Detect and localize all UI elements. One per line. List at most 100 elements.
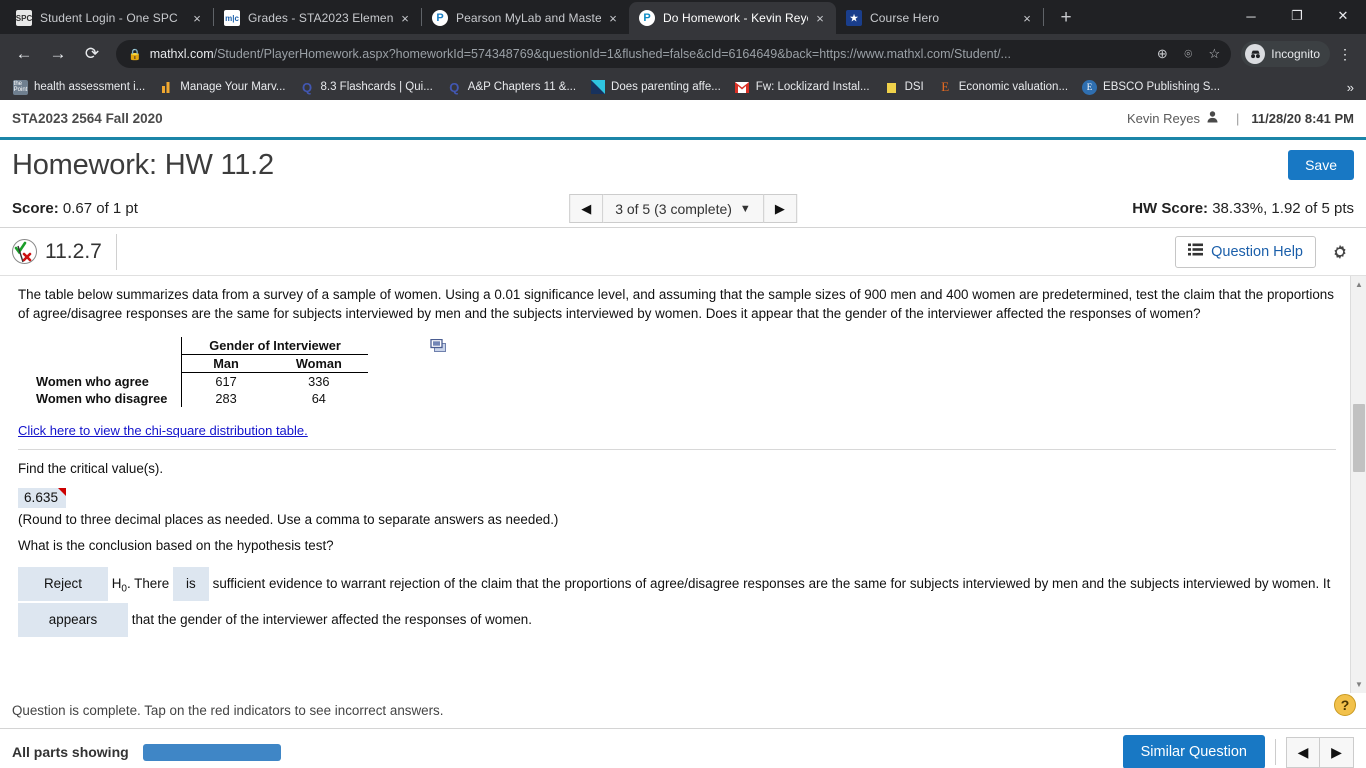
bookmark-label: health assessment i...	[34, 81, 146, 93]
score-display: Score: 0.67 of 1 pt	[12, 200, 138, 217]
tab-close-icon[interactable]: ×	[810, 8, 830, 28]
chevron-down-icon[interactable]: ▼	[740, 203, 751, 215]
incognito-label: Incognito	[1271, 47, 1320, 61]
question-help-label: Question Help	[1211, 243, 1303, 260]
browser-chrome: SPC Student Login - One SPC × m|c Grades…	[0, 0, 1366, 100]
bookmark-label: Fw: Locklizard Instal...	[755, 81, 870, 93]
table-cell: 617	[215, 374, 237, 389]
bookmarks-bar: the Point health assessment i... Manage Y…	[0, 74, 1366, 100]
tab-title: Course Hero	[870, 11, 940, 25]
footer-next-button[interactable]: ▶	[1320, 736, 1354, 768]
bookmark-item[interactable]: Does parenting affe...	[583, 76, 728, 98]
address-bar[interactable]: 🔒 mathxl.com/Student/PlayerHomework.aspx…	[116, 40, 1232, 68]
bookmark-item[interactable]: Q A&P Chapters 11 &...	[440, 76, 583, 98]
save-button[interactable]: Save	[1288, 150, 1354, 180]
bookmark-label: Manage Your Marv...	[180, 81, 286, 93]
eye-off-icon[interactable]: ⌾	[1175, 41, 1201, 67]
tab-title: Student Login - One SPC	[40, 11, 178, 25]
zoom-icon[interactable]: ⊕	[1149, 41, 1175, 67]
user-avatar-icon[interactable]	[1207, 111, 1218, 126]
minimize-icon[interactable]: ─	[1228, 0, 1274, 32]
ebsco-icon: E	[1082, 79, 1098, 95]
conclusion-text-3: that the gender of the interviewer affec…	[131, 611, 532, 627]
question-scrollbar[interactable]: ▲ ▼	[1350, 276, 1366, 693]
url-domain: mathxl.com	[149, 47, 214, 61]
maximize-icon[interactable]: ❐	[1274, 0, 1320, 32]
bookmark-item[interactable]: Fw: Locklizard Instal...	[728, 76, 877, 98]
conclusion-text-1: . There	[126, 576, 170, 591]
incognito-avatar-icon	[1245, 44, 1266, 64]
question-scroll-area: The table below summarizes data from a s…	[0, 276, 1366, 693]
bookmark-star-icon[interactable]: ☆	[1201, 41, 1227, 67]
tab-close-icon[interactable]: ×	[603, 8, 623, 28]
browser-tab[interactable]: ★ Course Hero ×	[836, 2, 1043, 34]
incognito-profile-button[interactable]: Incognito	[1241, 41, 1330, 67]
tab-favicon-coursehero: ★	[846, 10, 862, 26]
appears-dropdown[interactable]: appears	[18, 602, 128, 637]
is-dropdown[interactable]: is	[172, 567, 209, 601]
browser-tab[interactable]: P Pearson MyLab and Mastering ×	[422, 2, 629, 34]
tab-favicon-homework: P	[639, 10, 655, 26]
bookmark-item[interactable]: E Economic valuation...	[931, 76, 1075, 98]
help-badge-icon[interactable]: ?	[1334, 694, 1356, 716]
prev-question-button[interactable]: ◀	[569, 194, 604, 223]
copy-icon[interactable]	[430, 338, 447, 352]
url-text: mathxl.com/Student/PlayerHomework.aspx?h…	[150, 47, 1150, 61]
tab-close-icon[interactable]: ×	[395, 8, 415, 28]
table-row: Gender of Interviewer	[30, 337, 368, 355]
course-header: STA2023 2564 Fall 2020 Kevin Reyes | 11/…	[0, 100, 1366, 140]
critical-value-input[interactable]: 6.635	[18, 488, 67, 508]
bookmark-label: DSI	[904, 81, 924, 93]
incorrect-indicator-icon[interactable]	[58, 488, 67, 496]
footer-prev-button[interactable]: ◀	[1286, 736, 1320, 768]
scrollbar-thumb[interactable]	[1353, 404, 1365, 472]
partially-correct-icon	[12, 239, 37, 264]
question-selector[interactable]: 3 of 5 (3 complete) ▼	[603, 194, 763, 223]
scroll-up-icon[interactable]: ▲	[1351, 276, 1366, 293]
tab-divider	[1043, 8, 1044, 26]
bookmark-item[interactable]: Manage Your Marv...	[152, 76, 292, 98]
question-number: 11.2.7	[45, 239, 102, 263]
bookmarks-overflow-icon[interactable]: »	[1347, 80, 1360, 95]
score-value: 0.67 of 1 pt	[62, 200, 138, 217]
tab-close-icon[interactable]: ×	[187, 8, 207, 28]
bookmark-item[interactable]: DSI	[877, 76, 931, 98]
next-question-button[interactable]: ▶	[762, 194, 797, 223]
close-window-icon[interactable]: ✕	[1320, 0, 1366, 32]
reload-icon[interactable]: ⟳	[76, 38, 108, 70]
browser-tab-active[interactable]: P Do Homework - Kevin Reyes ×	[629, 2, 836, 34]
gmail-icon	[735, 80, 750, 95]
question-help-button[interactable]: Question Help	[1175, 235, 1316, 268]
table-row: Women who agree 617 336	[30, 372, 368, 390]
bookmark-item[interactable]: the Point health assessment i...	[6, 76, 152, 98]
table-row: Man Woman	[30, 354, 368, 373]
bookmark-item[interactable]: Q 8.3 Flashcards | Qui...	[293, 76, 440, 98]
part-a-prompt: Find the critical value(s).	[18, 461, 164, 476]
marvel-chart-icon	[159, 80, 174, 95]
hw-score-display: HW Score: 38.33%, 1.92 of 5 pts	[1132, 200, 1354, 217]
reject-dropdown[interactable]: Reject	[18, 567, 108, 601]
list-icon	[1188, 243, 1204, 260]
footer-bar: All parts showing Similar Question ◀ ▶	[0, 729, 1366, 768]
page-title: Homework: HW 11.2	[12, 148, 274, 181]
homework-title-bar: Homework: HW 11.2 Save	[0, 140, 1366, 190]
similar-question-button[interactable]: Similar Question	[1122, 735, 1265, 768]
gear-icon[interactable]	[1324, 242, 1356, 262]
scroll-down-icon[interactable]: ▼	[1351, 676, 1366, 693]
table-cell: 336	[308, 374, 330, 389]
course-title: STA2023 2564 Fall 2020	[12, 111, 163, 126]
bookmark-item[interactable]: E EBSCO Publishing S...	[1075, 76, 1227, 98]
browser-tab[interactable]: m|c Grades - STA2023 Elementary S ×	[214, 2, 421, 34]
chi-square-table-link[interactable]: Click here to view the chi-square distri…	[18, 423, 308, 438]
thepoint-icon: the Point	[13, 79, 28, 95]
back-icon[interactable]: ←	[8, 38, 40, 70]
browser-menu-icon[interactable]: ⋮	[1332, 41, 1358, 67]
quizlet-icon: Q	[449, 79, 460, 95]
forward-icon[interactable]: →	[42, 38, 74, 70]
footer-divider	[1275, 739, 1276, 765]
question-position-label: 3 of 5 (3 complete)	[615, 200, 732, 217]
tab-close-icon[interactable]: ×	[1017, 8, 1037, 28]
table-corner-cell	[30, 337, 183, 355]
new-tab-button[interactable]: +	[1052, 4, 1080, 32]
browser-tab[interactable]: SPC Student Login - One SPC ×	[6, 2, 213, 34]
